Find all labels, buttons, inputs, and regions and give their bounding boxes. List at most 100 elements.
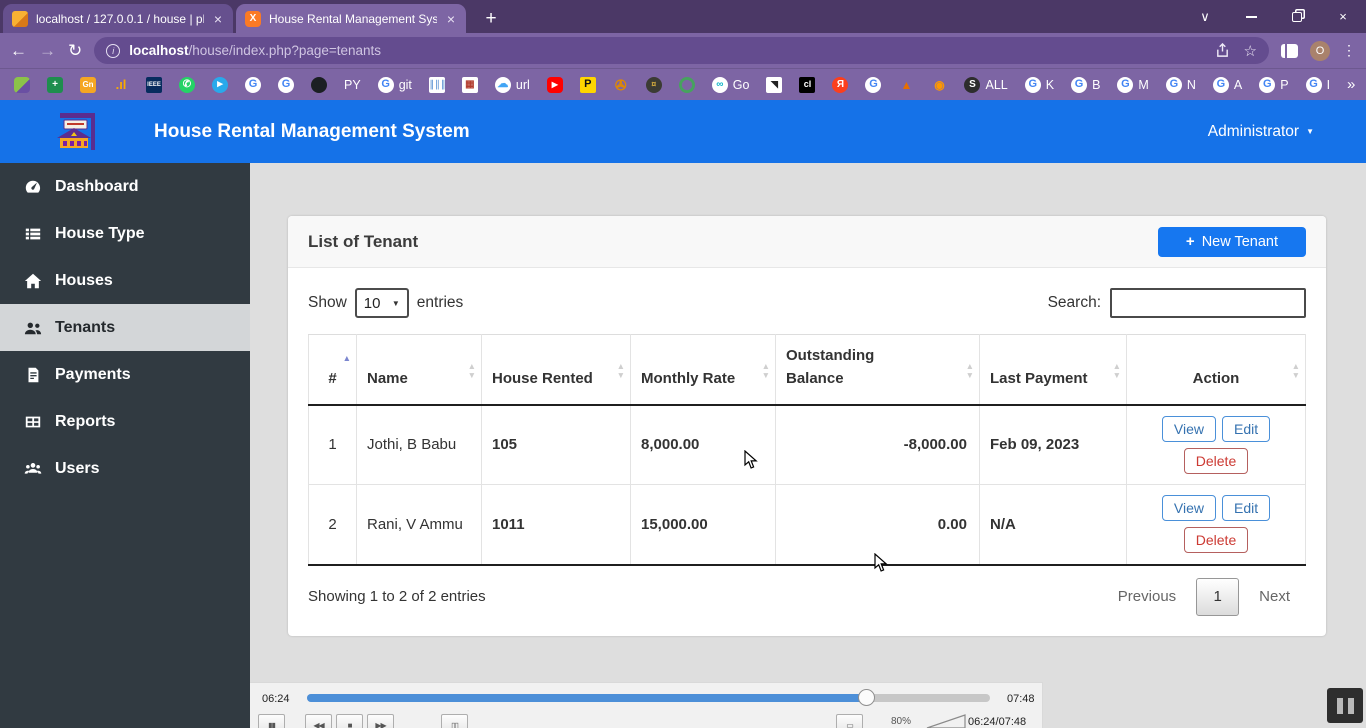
seek-handle[interactable] <box>858 689 875 706</box>
reload-icon[interactable]: ↻ <box>68 42 82 59</box>
share-icon[interactable] <box>1215 43 1230 58</box>
barcode-icon[interactable]: ║║║ <box>429 77 445 93</box>
cart-icon[interactable]: ¤ <box>646 77 662 93</box>
sidebar-item-reports[interactable]: Reports <box>0 398 250 445</box>
user-menu[interactable]: Administrator ▼ <box>1208 123 1314 141</box>
address-bar[interactable]: i localhost/house/index.php?page=tenants… <box>94 37 1269 64</box>
minimize-button[interactable] <box>1228 0 1274 33</box>
page-length-select[interactable]: 10 ▼ <box>355 288 409 318</box>
column-header-name[interactable]: Name ▲▼ <box>357 335 482 405</box>
py-bookmark[interactable]: PY <box>344 78 361 92</box>
xampp-icon: X <box>245 11 261 27</box>
loop-button[interactable]: ▭ <box>836 714 863 728</box>
seek-bar[interactable] <box>307 694 990 702</box>
column-header-balance[interactable]: Outstanding Balance ▲▼ <box>776 335 980 405</box>
s-bookmark[interactable]: SALL <box>964 77 1007 93</box>
view-button[interactable]: View <box>1162 495 1216 521</box>
corner-pause-button[interactable] <box>1327 688 1363 723</box>
gn-icon[interactable]: Gn <box>80 77 96 93</box>
delete-button[interactable]: Delete <box>1184 527 1248 553</box>
tab-close-icon[interactable]: × <box>212 11 224 27</box>
rewind-button[interactable]: ◀◀ <box>305 714 332 728</box>
edit-button[interactable]: Edit <box>1222 495 1270 521</box>
side-panel-icon[interactable] <box>1281 44 1298 58</box>
google-bookmark-m[interactable]: GM <box>1117 77 1148 93</box>
matlab-icon[interactable]: ▲ <box>898 77 914 93</box>
sort-icons: ▲▼ <box>762 362 770 380</box>
new-tenant-button[interactable]: + New Tenant <box>1158 227 1306 257</box>
eye-icon[interactable]: ◉ <box>931 77 947 93</box>
sidebar-item-houses[interactable]: Houses <box>0 257 250 304</box>
column-header-action[interactable]: Action ▲▼ <box>1127 335 1306 405</box>
sidebar-item-payments[interactable]: Payments <box>0 351 250 398</box>
cl-icon[interactable]: cl <box>799 77 815 93</box>
tab-close-icon[interactable]: × <box>445 11 457 27</box>
google-bookmark-b[interactable]: GB <box>1071 77 1100 93</box>
eagle-icon[interactable]: ◥ <box>766 77 782 93</box>
previous-page-button[interactable]: Previous <box>1102 580 1192 613</box>
new-tab-button[interactable]: + <box>478 8 504 30</box>
google-icon[interactable]: G <box>865 77 881 93</box>
ring-icon[interactable] <box>679 77 695 93</box>
google-bookmark-a[interactable]: GA <box>1213 77 1242 93</box>
step-button[interactable]: ▯▯ <box>441 714 468 728</box>
column-header-last-payment[interactable]: Last Payment ▲▼ <box>980 335 1127 405</box>
column-header-rate[interactable]: Monthly Rate ▲▼ <box>631 335 776 405</box>
edit-button[interactable]: Edit <box>1222 416 1270 442</box>
yandex-icon[interactable]: Я <box>832 77 848 93</box>
ieee-icon[interactable]: IEEE <box>146 77 162 93</box>
table-info: Showing 1 to 2 of 2 entries <box>308 588 486 605</box>
google-icon[interactable]: G <box>278 77 294 93</box>
sidebar-item-tenants[interactable]: Tenants <box>0 304 250 351</box>
movie-camera-icon[interactable]: ✇ <box>613 77 629 93</box>
tab-house-rental[interactable]: X House Rental Management Syste × <box>236 4 466 33</box>
delete-button[interactable]: Delete <box>1184 448 1248 474</box>
bookmarks-overflow-icon[interactable]: » <box>1347 76 1355 93</box>
p-icon[interactable]: P <box>580 77 596 93</box>
entries-label: entries <box>417 294 464 312</box>
forward-icon[interactable]: → <box>39 42 56 59</box>
sidebar-item-dashboard[interactable]: Dashboard <box>0 163 250 210</box>
url-text[interactable]: localhost/house/index.php?page=tenants <box>129 43 1205 58</box>
stop-button[interactable]: ■ <box>336 714 363 728</box>
google-icon[interactable]: G <box>245 77 261 93</box>
google-bookmark-n[interactable]: GN <box>1166 77 1196 93</box>
calendar-icon[interactable]: ▦ <box>462 77 478 93</box>
current-page-button[interactable]: 1 <box>1196 578 1239 616</box>
browser-menu-icon[interactable]: ⋮ <box>1342 42 1356 59</box>
close-window-button[interactable]: × <box>1320 0 1366 33</box>
pause-button[interactable]: ▮▮ <box>258 714 285 728</box>
godaddy-bookmark: ∞ <box>712 77 728 93</box>
youtube-icon[interactable]: ▶ <box>547 77 563 93</box>
analytics-icon[interactable]: .ıl <box>113 77 129 93</box>
leaves-icon[interactable] <box>14 77 30 93</box>
search-input[interactable] <box>1110 288 1306 318</box>
github-icon[interactable] <box>311 77 327 93</box>
forward-button[interactable]: ▶▶ <box>367 714 394 728</box>
bookmark-star-icon[interactable]: ☆ <box>1244 42 1257 60</box>
tab-phpmyadmin[interactable]: localhost / 127.0.0.1 / house | php × <box>3 4 233 33</box>
google-bookmark-k[interactable]: GK <box>1025 77 1054 93</box>
restore-button[interactable] <box>1274 0 1320 33</box>
telegram-icon[interactable]: ▸ <box>212 77 228 93</box>
sidebar-item-users[interactable]: Users <box>0 445 250 492</box>
cell-rate: 8,000.00 <box>631 405 776 485</box>
sidebar-item-house-type[interactable]: House Type <box>0 210 250 257</box>
volume-wedge-icon[interactable] <box>926 714 966 728</box>
next-page-button[interactable]: Next <box>1243 580 1306 613</box>
cloud-url-bookmark[interactable]: ☁url <box>495 77 530 93</box>
profile-avatar[interactable]: O <box>1310 41 1330 61</box>
google-bookmark-p[interactable]: GP <box>1259 77 1288 93</box>
google-bookmark-i[interactable]: GI <box>1306 77 1330 93</box>
column-header-house[interactable]: House Rented ▲▼ <box>482 335 631 405</box>
godaddy-bookmark[interactable]: ∞Go <box>712 77 750 93</box>
sheets-icon[interactable]: + <box>47 77 63 93</box>
site-info-icon[interactable]: i <box>106 44 120 58</box>
back-icon[interactable]: ← <box>10 42 27 59</box>
tab-search-icon[interactable]: ∨ <box>1182 0 1228 33</box>
whatsapp-icon[interactable]: ✆ <box>179 77 195 93</box>
view-button[interactable]: View <box>1162 416 1216 442</box>
git-bookmark[interactable]: Ggit <box>378 77 412 93</box>
column-header-num[interactable]: # ▲ <box>309 335 357 405</box>
card-body: Show 10 ▼ entries Search: <box>288 268 1326 636</box>
